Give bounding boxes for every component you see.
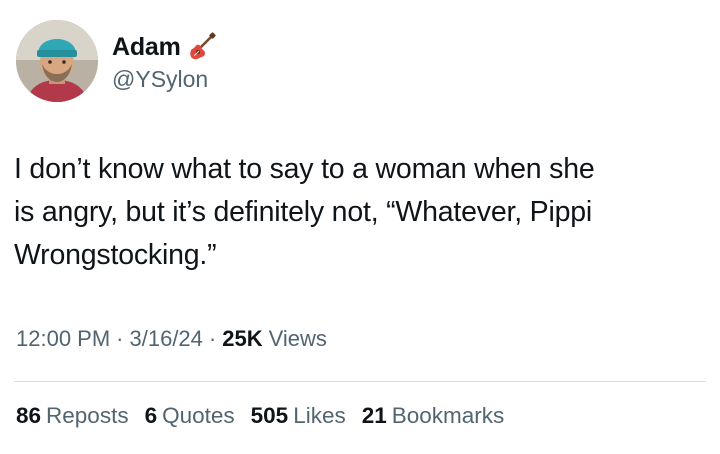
likes-stat[interactable]: 505 Likes: [251, 403, 346, 429]
bookmarks-stat[interactable]: 21 Bookmarks: [362, 403, 505, 429]
quotes-label: Quotes: [162, 403, 235, 428]
name-row: Adam: [112, 32, 217, 62]
views-count: 25K: [222, 326, 263, 351]
likes-label: Likes: [293, 403, 346, 428]
tweet-text-line: Wrongstocking.”: [14, 239, 217, 271]
engagement-stats: 86 Reposts 6 Quotes 505 Likes 21 Bookmar…: [16, 403, 520, 429]
views-label: Views: [268, 326, 327, 351]
separator: ·: [208, 326, 217, 351]
author-names: Adam @YSylon: [112, 32, 217, 93]
guitar-icon: [187, 32, 217, 62]
handle[interactable]: @YSylon: [112, 66, 217, 93]
quotes-stat[interactable]: 6 Quotes: [145, 403, 235, 429]
reposts-count: 86: [16, 403, 42, 428]
avatar[interactable]: [16, 20, 98, 102]
tweet-header: Adam @YSylon: [16, 20, 217, 110]
display-name[interactable]: Adam: [112, 33, 181, 62]
tweet-text-line: I don’t know what to say to a woman when…: [14, 153, 595, 185]
reposts-stat[interactable]: 86 Reposts: [16, 403, 129, 429]
separator: ·: [116, 326, 124, 351]
avatar-photo: [16, 20, 98, 102]
bookmarks-count: 21: [361, 403, 387, 428]
tweet-card: Adam @YSylon I don’t know what to say to: [0, 0, 720, 454]
reposts-label: Reposts: [46, 403, 129, 428]
tweet-text: I don’t know what to say to a woman when…: [14, 148, 704, 277]
bookmarks-label: Bookmarks: [391, 403, 505, 428]
likes-count: 505: [250, 403, 289, 428]
tweet-text-line: is angry, but it’s definitely not, “What…: [14, 196, 593, 228]
divider: [14, 381, 706, 382]
quotes-count: 6: [144, 403, 158, 428]
tweet-meta: 12:00 PM · 3/16/24 · 25K Views: [16, 326, 327, 352]
tweet-date[interactable]: 3/16/24: [130, 326, 203, 352]
tweet-time[interactable]: 12:00 PM: [16, 326, 110, 352]
